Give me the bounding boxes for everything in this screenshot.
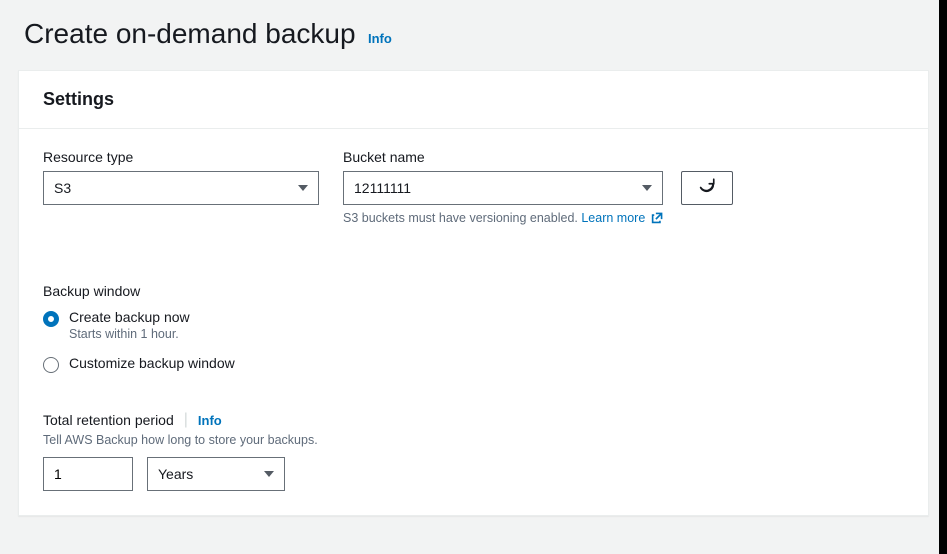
bucket-name-select[interactable]: 12111111 [343,171,663,205]
radio-create-backup-now[interactable]: Create backup now Starts within 1 hour. [43,309,904,341]
resource-type-value: S3 [44,180,288,196]
learn-more-link[interactable]: Learn more [581,211,645,225]
radio-icon [43,311,59,327]
radio-icon [43,357,59,373]
resource-type-select[interactable]: S3 [43,171,319,205]
info-link-header[interactable]: Info [368,31,392,46]
info-link-retention[interactable]: Info [198,413,222,428]
radio-customize-backup-window[interactable]: Customize backup window [43,355,904,373]
resource-type-label: Resource type [43,149,319,165]
bucket-name-label: Bucket name [343,149,733,165]
settings-panel: Settings Resource type S3 Bucket name 12… [18,70,929,516]
window-edge [939,0,947,554]
bucket-name-value: 12111111 [344,180,632,196]
retention-desc: Tell AWS Backup how long to store your b… [43,433,904,447]
bucket-helper-text: S3 buckets must have versioning enabled.… [343,211,733,227]
refresh-button[interactable] [681,171,733,205]
backup-window-label: Backup window [43,283,904,299]
retention-unit-value: Years [148,466,254,482]
settings-heading: Settings [43,89,904,110]
retention-label: Total retention period [43,412,174,428]
radio-label: Create backup now [69,309,190,325]
caret-down-icon [632,182,662,194]
caret-down-icon [254,468,284,480]
radio-label: Customize backup window [69,355,235,371]
radio-desc: Starts within 1 hour. [69,327,190,341]
page-title: Create on-demand backup [24,18,356,50]
retention-value-input[interactable] [43,457,133,491]
external-link-icon [651,211,664,227]
refresh-icon [698,177,716,200]
caret-down-icon [288,182,318,194]
retention-unit-select[interactable]: Years [147,457,285,491]
divider: | [184,411,188,429]
